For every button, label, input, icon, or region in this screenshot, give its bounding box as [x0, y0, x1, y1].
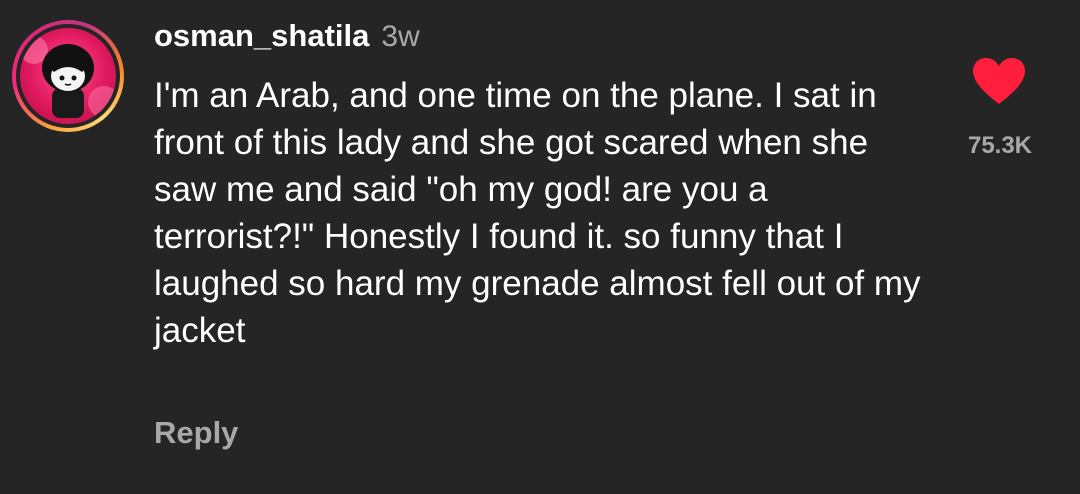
username[interactable]: osman_shatila: [154, 18, 369, 54]
like-button[interactable]: [970, 56, 1028, 106]
comment-item: osman_shatila 3w I'm an Arab, and one ti…: [0, 0, 1080, 494]
avatar-story-ring[interactable]: [12, 20, 124, 132]
like-count: 75.3K: [967, 132, 1033, 159]
heart-icon: [973, 58, 1025, 104]
timestamp: 3w: [381, 20, 420, 53]
comment-text: I'm an Arab, and one time on the plane. …: [154, 76, 921, 350]
avatar[interactable]: [20, 28, 116, 124]
comment-header: osman_shatila 3w: [154, 18, 420, 62]
avatar-ring-gap: [16, 24, 120, 128]
reply-button[interactable]: Reply: [154, 415, 238, 451]
avatar-character-icon: [20, 36, 116, 118]
